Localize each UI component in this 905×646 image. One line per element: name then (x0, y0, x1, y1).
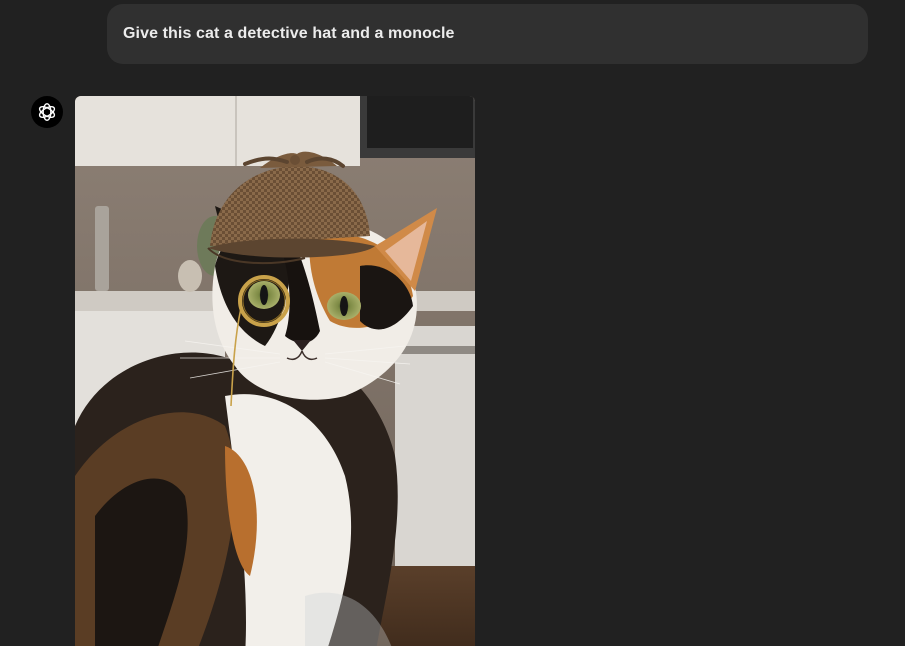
cat-detective-illustration (75, 96, 475, 646)
assistant-avatar (31, 96, 63, 128)
user-message-bubble: Give this cat a detective hat and a mono… (107, 4, 868, 64)
chat-page: Give this cat a detective hat and a mono… (0, 0, 905, 646)
user-message-text: Give this cat a detective hat and a mono… (123, 25, 455, 42)
openai-logo-icon (38, 103, 56, 121)
generated-image[interactable] (75, 96, 475, 646)
